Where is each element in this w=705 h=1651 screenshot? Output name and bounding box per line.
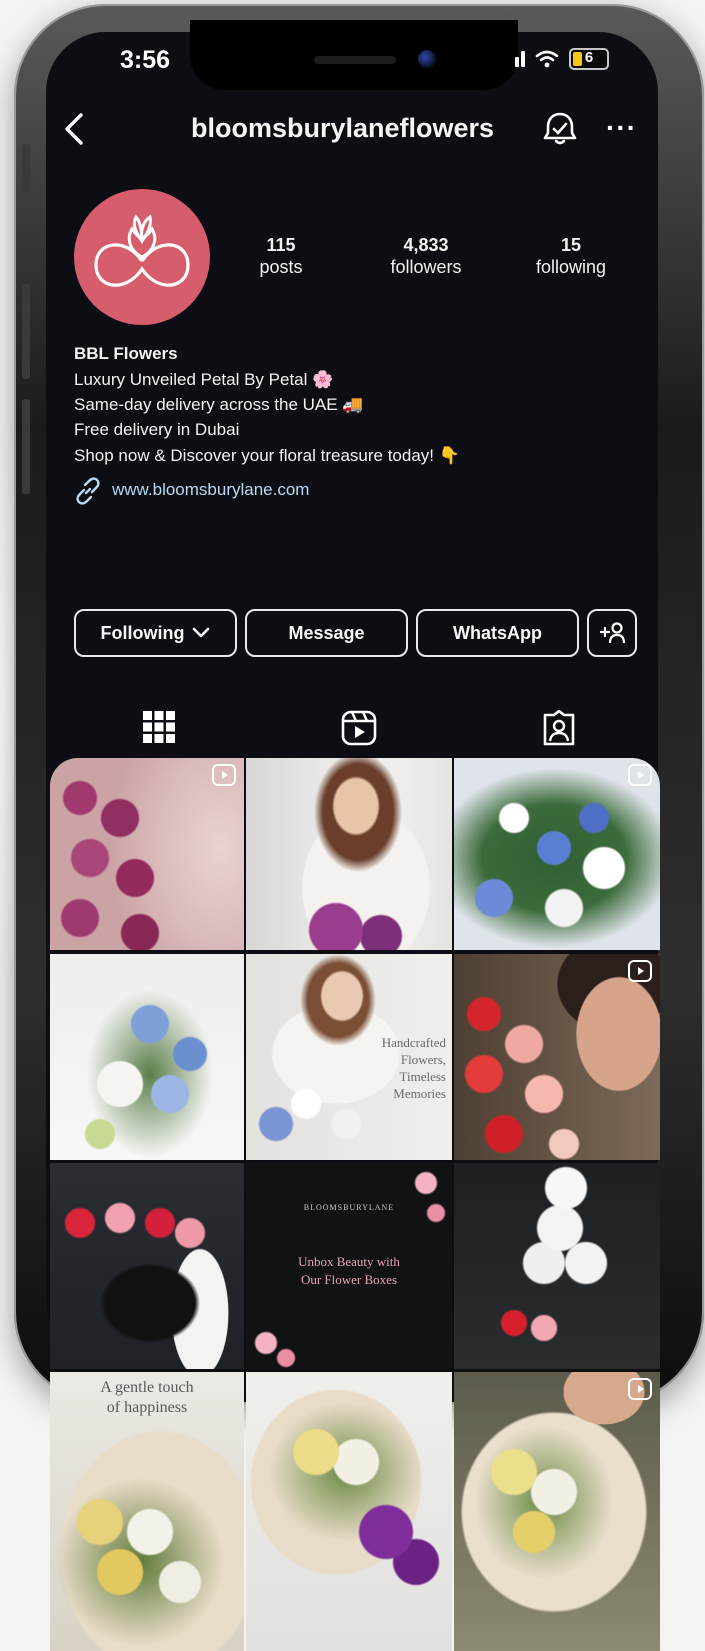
reel-badge-icon	[628, 960, 652, 982]
battery-level: 6	[584, 49, 594, 66]
post-overlay-text: Unbox Beauty with Our Flower Boxes	[298, 1254, 400, 1287]
posts-grid: Handcrafted Flowers, Timeless Memories B…	[50, 758, 660, 1651]
website-link[interactable]: www.bloomsburylane.com	[112, 480, 309, 500]
following-button-label: Following	[100, 622, 185, 643]
post-thumbnail[interactable]: A gentle touch of happiness	[50, 1372, 244, 1651]
whatsapp-button-label: WhatsApp	[453, 622, 542, 643]
speaker	[314, 56, 396, 64]
status-time: 3:56	[120, 46, 171, 74]
reel-badge-icon	[628, 764, 652, 786]
bio-line: Luxury Unveiled Petal By Petal 🌸	[74, 370, 334, 389]
post-thumbnail[interactable]: BLOOMSBURYLANE Unbox Beauty with Our Flo…	[246, 1163, 452, 1369]
post-thumbnail[interactable]	[454, 1163, 660, 1369]
bio-line: Free delivery in Dubai	[74, 420, 240, 439]
posts-count: 115	[266, 235, 296, 255]
reel-badge-icon	[212, 764, 236, 786]
notification-bell-icon[interactable]	[542, 111, 578, 147]
post-thumbnail[interactable]	[50, 1163, 244, 1369]
stat-posts[interactable]: 115 posts	[236, 234, 326, 278]
avatar[interactable]	[74, 189, 210, 325]
volume-up-button	[22, 284, 30, 379]
more-options-icon[interactable]: ···	[606, 112, 637, 144]
add-friend-button[interactable]	[587, 609, 637, 657]
post-overlay-text: A gentle touch of happiness	[100, 1379, 194, 1416]
following-button[interactable]: Following	[74, 609, 237, 657]
chevron-down-icon	[193, 627, 210, 638]
post-thumbnail[interactable]	[454, 1372, 660, 1651]
link-icon	[76, 477, 100, 505]
grid-icon[interactable]	[142, 710, 176, 744]
post-thumbnail[interactable]	[246, 758, 452, 950]
whatsapp-button[interactable]: WhatsApp	[416, 609, 579, 657]
following-label: following	[535, 257, 607, 277]
tagged-icon[interactable]	[541, 710, 577, 746]
wifi-icon	[535, 50, 559, 68]
post-thumbnail[interactable]	[50, 954, 244, 1160]
battery-icon: 6	[569, 48, 609, 70]
logo-icon	[94, 214, 190, 287]
post-thumbnail[interactable]	[246, 1372, 452, 1651]
followers-count: 4,833	[403, 235, 449, 255]
followers-label: followers	[390, 257, 462, 277]
header-username: bloomsburylaneflowers	[191, 113, 495, 143]
reel-badge-icon	[628, 1378, 652, 1400]
message-button[interactable]: Message	[245, 609, 408, 657]
bio-line: Same-day delivery across the UAE 🚚	[74, 395, 364, 414]
status-icons: 6	[515, 48, 609, 70]
post-thumbnail[interactable]: Handcrafted Flowers, Timeless Memories	[246, 954, 452, 1160]
mute-switch	[22, 144, 30, 194]
add-person-icon	[599, 622, 626, 644]
posts-label: posts	[259, 257, 303, 277]
back-arrow-icon[interactable]	[62, 112, 86, 146]
message-button-label: Message	[288, 622, 365, 643]
post-overlay-text: Handcrafted Flowers, Timeless Memories	[381, 1035, 446, 1101]
post-brand-text: BLOOMSBURYLANE	[303, 1203, 395, 1212]
post-thumbnail[interactable]	[454, 758, 660, 950]
post-thumbnail[interactable]	[50, 758, 244, 950]
bio-line: Shop now & Discover your floral treasure…	[74, 446, 460, 465]
post-thumbnail[interactable]	[454, 954, 660, 1160]
notch	[190, 20, 518, 90]
stat-followers[interactable]: 4,833 followers	[376, 234, 476, 278]
volume-down-button	[22, 399, 30, 494]
front-camera	[418, 50, 436, 68]
following-count: 15	[560, 235, 582, 255]
signal-icon	[515, 51, 525, 67]
reels-icon[interactable]	[341, 710, 377, 746]
profile-name: BBL Flowers	[74, 344, 178, 363]
stat-following[interactable]: 15 following	[526, 234, 616, 278]
